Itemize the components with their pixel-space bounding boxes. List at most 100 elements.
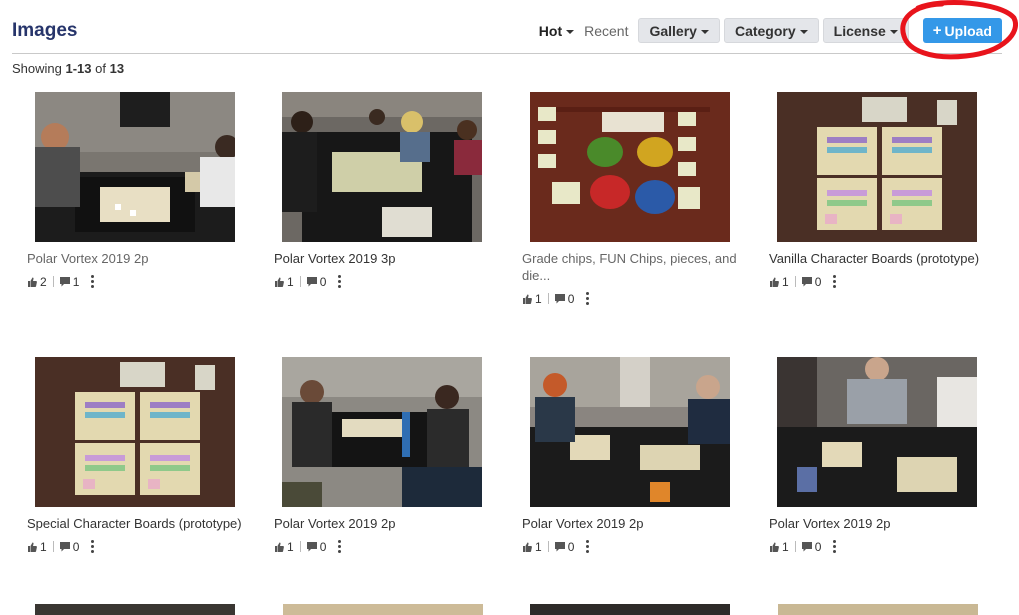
stat-divider [299, 541, 301, 552]
image-card: Vanilla Character Boards (prototype) 1 0 [769, 92, 1009, 289]
image-title-link[interactable]: Special Character Boards (prototype) [27, 515, 247, 532]
image-card: Polar Vortex 2019 2p 2 1 [27, 92, 267, 289]
more-options-icon[interactable] [586, 539, 590, 554]
comments-stat[interactable]: 0 [306, 274, 327, 289]
image-thumbnail-partial[interactable] [283, 604, 483, 615]
thumbs-up-stat[interactable]: 2 [27, 275, 47, 289]
like-count: 2 [40, 274, 47, 289]
image-title-link[interactable]: Polar Vortex 2019 2p [522, 515, 742, 532]
stat-divider [52, 541, 54, 552]
more-options-icon[interactable] [91, 274, 95, 289]
more-options-icon[interactable] [338, 539, 342, 554]
image-title-link[interactable]: Polar Vortex 2019 2p [274, 515, 494, 532]
comment-count: 0 [814, 539, 822, 554]
image-thumbnail[interactable] [777, 92, 977, 242]
thumbs-up-icon [275, 542, 284, 552]
image-thumbnail-partial[interactable] [778, 604, 978, 615]
comment-count: 0 [319, 539, 327, 554]
comment-icon [801, 541, 812, 551]
image-title-link[interactable]: Vanilla Character Boards (prototype) [769, 250, 989, 267]
image-stats: 10 [274, 274, 514, 289]
thumbs-up-icon [770, 542, 779, 552]
image-thumbnail[interactable] [35, 92, 235, 242]
image-thumbnail[interactable] [282, 357, 482, 507]
image-card: Polar Vortex 2019 2p 1 0 [769, 357, 1009, 554]
image-thumbnail[interactable] [777, 357, 977, 507]
comment-count: 0 [72, 539, 80, 554]
comment-icon [306, 276, 317, 286]
thumbs-up-stat[interactable]: 1 [274, 275, 294, 289]
image-card: Special Character Boards (prototype) 1 0 [27, 357, 267, 554]
thumbs-up-icon [28, 277, 37, 287]
like-count: 1 [782, 539, 789, 554]
image-thumbnail-partial[interactable] [530, 604, 730, 615]
comment-icon [801, 276, 812, 286]
image-title-link[interactable]: Grade chips, FUN Chips, pieces, and die.… [522, 250, 742, 284]
stat-divider [547, 541, 549, 552]
image-stats: 10 [522, 291, 762, 306]
more-options-icon[interactable] [91, 539, 95, 554]
image-title-link[interactable]: Polar Vortex 2019 2p [769, 515, 989, 532]
comment-count: 0 [567, 291, 575, 306]
comments-stat[interactable]: 1 [59, 274, 80, 289]
stat-divider [794, 276, 796, 287]
image-card: Polar Vortex 2019 2p 1 0 [522, 357, 762, 554]
like-count: 1 [40, 539, 47, 554]
comment-count: 1 [72, 274, 80, 289]
image-stats: 21 [27, 274, 267, 289]
thumbs-up-icon [275, 277, 284, 287]
image-stats: 10 [27, 539, 267, 554]
stat-divider [299, 276, 301, 287]
image-thumbnail-partial[interactable] [35, 604, 235, 615]
image-thumbnail[interactable] [282, 92, 482, 242]
thumbs-up-stat[interactable]: 1 [769, 275, 789, 289]
image-stats: 10 [274, 539, 514, 554]
image-title-link[interactable]: Polar Vortex 2019 2p [27, 250, 247, 267]
thumbs-up-icon [28, 542, 37, 552]
stat-divider [794, 541, 796, 552]
comment-icon [59, 276, 70, 286]
comments-stat[interactable]: 0 [554, 291, 575, 306]
more-options-icon[interactable] [833, 539, 837, 554]
comment-icon [554, 541, 565, 551]
comment-count: 0 [814, 274, 822, 289]
like-count: 1 [287, 274, 294, 289]
image-stats: 10 [769, 274, 1009, 289]
image-card: Polar Vortex 2019 3p 1 0 [274, 92, 514, 289]
more-options-icon[interactable] [338, 274, 342, 289]
thumbs-up-icon [523, 294, 532, 304]
comment-count: 0 [567, 539, 575, 554]
like-count: 1 [287, 539, 294, 554]
image-thumbnail[interactable] [530, 357, 730, 507]
thumbs-up-stat[interactable]: 1 [27, 540, 47, 554]
comments-stat[interactable]: 0 [554, 539, 575, 554]
like-count: 1 [535, 291, 542, 306]
thumbs-up-icon [770, 277, 779, 287]
image-title-link[interactable]: Polar Vortex 2019 3p [274, 250, 494, 267]
image-grid: Polar Vortex 2019 2p 2 1 Polar Vortex 2019 … [0, 0, 1019, 615]
comment-count: 0 [319, 274, 327, 289]
comments-stat[interactable]: 0 [306, 539, 327, 554]
thumbs-up-stat[interactable]: 1 [522, 540, 542, 554]
thumbs-up-icon [523, 542, 532, 552]
comments-stat[interactable]: 0 [801, 274, 822, 289]
thumbs-up-stat[interactable]: 1 [769, 540, 789, 554]
thumbs-up-stat[interactable]: 1 [274, 540, 294, 554]
comment-icon [59, 541, 70, 551]
image-thumbnail[interactable] [35, 357, 235, 507]
comment-icon [306, 541, 317, 551]
comment-icon [554, 293, 565, 303]
image-card: Grade chips, FUN Chips, pieces, and die.… [522, 92, 762, 306]
thumbs-up-stat[interactable]: 1 [522, 292, 542, 306]
like-count: 1 [535, 539, 542, 554]
image-stats: 10 [769, 539, 1009, 554]
comments-stat[interactable]: 0 [59, 539, 80, 554]
like-count: 1 [782, 274, 789, 289]
more-options-icon[interactable] [833, 274, 837, 289]
more-options-icon[interactable] [586, 291, 590, 306]
comments-stat[interactable]: 0 [801, 539, 822, 554]
image-thumbnail[interactable] [530, 92, 730, 242]
stat-divider [52, 276, 54, 287]
stat-divider [547, 293, 549, 304]
image-stats: 10 [522, 539, 762, 554]
